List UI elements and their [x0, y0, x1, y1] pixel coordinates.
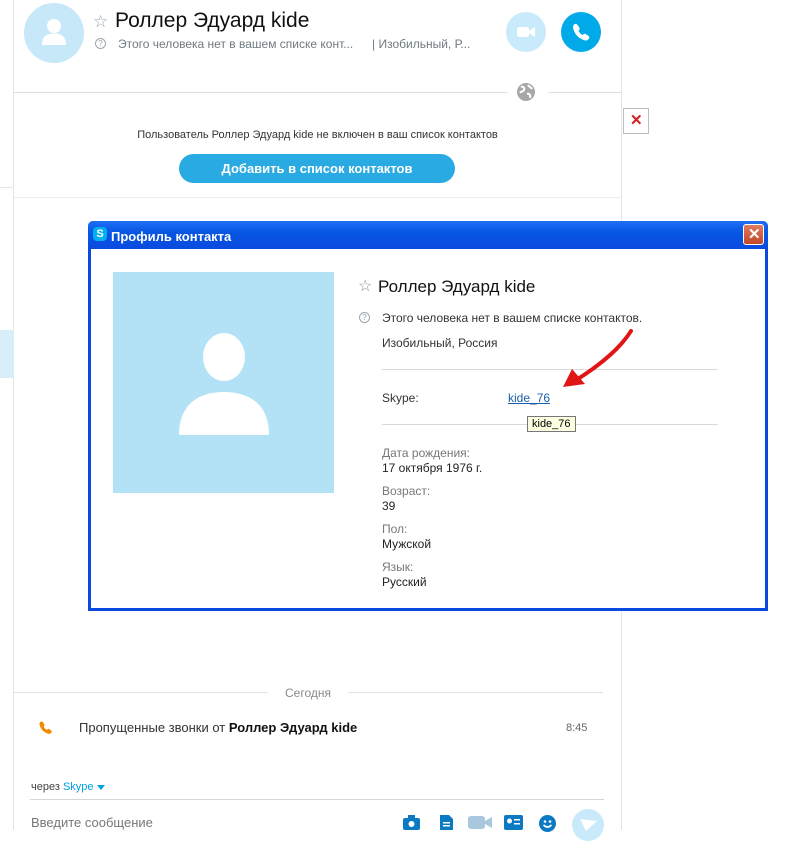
close-button[interactable]: ✕ [623, 108, 649, 134]
camera-icon[interactable] [403, 815, 420, 830]
missed-calls-contact[interactable]: Роллер Эдуард kide [229, 720, 357, 735]
video-call-button[interactable] [506, 12, 546, 52]
birthday-label: Дата рождения: [382, 446, 470, 460]
sidebar-strip [0, 0, 14, 830]
question-icon: ? [95, 38, 106, 49]
header-divider [548, 92, 621, 93]
close-icon: ✕ [630, 112, 643, 129]
send-via-selector[interactable]: через Skype [31, 781, 105, 793]
skype-logo-icon: S [93, 227, 107, 241]
chevron-down-icon[interactable] [96, 784, 105, 790]
send-button[interactable] [572, 809, 604, 841]
profile-divider [382, 369, 718, 370]
header-divider [14, 92, 508, 93]
question-icon: ? [359, 312, 370, 323]
person-icon [179, 333, 269, 435]
red-arrow-annotation [563, 329, 633, 387]
contact-status-text: Этого человека нет в вашем списке конт..… [118, 37, 354, 51]
gender-label: Пол: [382, 522, 408, 536]
file-icon[interactable] [440, 815, 453, 830]
skype-id-link[interactable]: kide_76 [508, 391, 550, 405]
birthday-value: 17 октября 1976 г. [382, 461, 483, 475]
contact-avatar[interactable] [24, 3, 84, 63]
favorite-star-icon[interactable]: ☆ [358, 279, 372, 295]
skype-label: Skype: [382, 391, 419, 405]
gender-value: Мужской [382, 537, 432, 551]
language-value: Русский [382, 575, 427, 589]
profile-status-text: Этого человека нет в вашем списке контак… [382, 311, 643, 325]
emoticon-icon[interactable] [539, 815, 556, 832]
missed-calls-message: Пропущенные звонки от Роллер Эдуард kide [79, 720, 357, 735]
dialog-title-bar[interactable]: S Профиль контакта ✕ [88, 221, 768, 249]
send-via-prefix: через [31, 781, 63, 793]
day-divider [14, 692, 268, 693]
profile-location: Изобильный, Россия [382, 336, 498, 350]
audio-call-button[interactable] [561, 12, 601, 52]
day-divider [348, 692, 603, 693]
profile-contact-name: Роллер Эдуард kide [378, 277, 536, 296]
contact-card-icon[interactable] [504, 815, 523, 830]
dialog-title: Профиль контакта [111, 229, 232, 244]
language-label: Язык: [382, 560, 414, 574]
missed-calls-prefix: Пропущенные звонки от [79, 720, 229, 735]
dialog-close-button[interactable]: ✕ [743, 224, 764, 245]
profile-photo [113, 272, 334, 493]
missed-call-icon [39, 721, 52, 734]
send-icon [580, 819, 597, 831]
contact-profile-dialog: S Профиль контакта ✕ ☆ Роллер Эдуард kid… [88, 221, 768, 611]
sidebar-selected-item[interactable] [0, 330, 14, 378]
message-time: 8:45 [566, 722, 588, 734]
contact-location: | Изобильный, Р... [372, 37, 471, 51]
video-call-icon [517, 27, 535, 37]
not-in-contacts-notice: Пользователь Роллер Эдуард kide не включ… [137, 129, 498, 141]
compose-divider [30, 799, 604, 800]
video-message-icon[interactable] [468, 815, 492, 830]
globe-icon[interactable] [516, 82, 536, 102]
skype-id-tooltip: kide_76 [527, 416, 576, 432]
age-label: Возраст: [382, 484, 431, 498]
send-via-service[interactable]: Skype [63, 781, 94, 793]
dialog-body: ☆ Роллер Эдуард kide ? Этого человека не… [91, 249, 765, 608]
add-to-contacts-button[interactable]: Добавить в список контактов [179, 154, 455, 183]
message-input[interactable] [31, 812, 391, 832]
notice-divider [14, 197, 621, 198]
close-icon: ✕ [748, 226, 761, 243]
age-value: 39 [382, 499, 396, 513]
favorite-star-icon[interactable]: ☆ [93, 13, 108, 30]
person-icon [42, 19, 66, 45]
day-label: Сегодня [285, 686, 331, 700]
contact-name: Роллер Эдуард kide [115, 9, 310, 32]
phone-icon [573, 23, 590, 41]
sidebar-divider [0, 187, 14, 188]
